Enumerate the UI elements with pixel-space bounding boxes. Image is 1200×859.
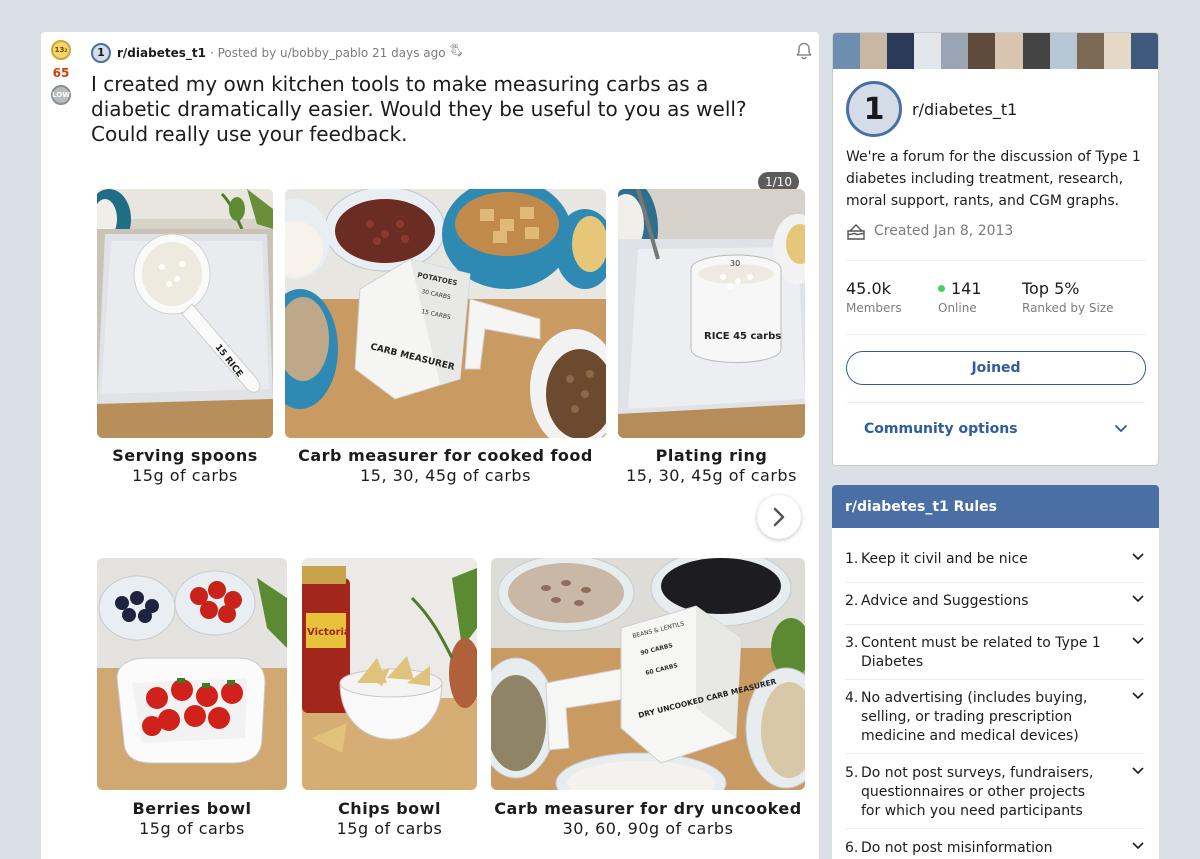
online-stat: 141 Online xyxy=(938,279,982,315)
item-carbs: 15, 30, 45g of carbs xyxy=(626,466,797,485)
rules-title: r/diabetes_t1 Rules xyxy=(832,485,1159,528)
award-icon: 🖏 xyxy=(449,44,463,58)
rule-item[interactable]: 6. Do not post misinformation xyxy=(845,839,1145,858)
online-value: 141 xyxy=(951,279,982,298)
rule-text: No advertising (includes buying, selling… xyxy=(861,690,1088,744)
item-carbs: 15g of carbs xyxy=(132,466,238,485)
chevron-down-icon xyxy=(1132,767,1144,775)
ring-number: 30 xyxy=(730,259,740,268)
divider xyxy=(845,679,1145,680)
rule-item[interactable]: 3. Content must be related to Type 1 Diab… xyxy=(845,634,1145,672)
about-community-card: 1 r/diabetes_t1 We're a forum for the di… xyxy=(832,32,1159,466)
post-title[interactable]: I created my own kitchen tools to make m… xyxy=(91,72,791,147)
rule-text: Keep it civil and be nice xyxy=(861,551,1028,567)
cake-icon xyxy=(847,224,865,240)
item-carbs: 15g of carbs xyxy=(139,819,245,838)
rule-number: 6. xyxy=(845,840,859,856)
subreddit-avatar[interactable]: 1 xyxy=(91,42,111,63)
rule-text: Do not post surveys, fundraisers, questi… xyxy=(861,765,1094,819)
ring-label: RICE 45 carbs xyxy=(704,331,781,342)
rule-number: 5. xyxy=(845,765,859,781)
chevron-down-icon xyxy=(1115,425,1127,433)
caption-berries-bowl: Berries bowl 15g of carbs xyxy=(97,799,287,838)
community-banner xyxy=(833,33,1158,69)
chevron-down-icon xyxy=(1132,842,1144,850)
rule-text: Content must be related to Type 1 Diabet… xyxy=(861,635,1101,670)
divider xyxy=(845,828,1145,829)
bell-icon[interactable] xyxy=(794,41,814,61)
rule-number: 1. xyxy=(845,551,859,567)
salsa-label: Victoria xyxy=(307,627,351,638)
item-carbs: 15g of carbs xyxy=(336,819,443,838)
item-name: Carb measurer for cooked food xyxy=(298,446,593,465)
photo-chips-bowl[interactable]: Victoria xyxy=(302,558,477,790)
photo-carb-measurer-cooked[interactable]: POTATOES 30 CARBS 15 CARBS CARB MEASURER xyxy=(285,189,606,438)
joined-button[interactable]: Joined xyxy=(846,351,1146,385)
community-name[interactable]: r/diabetes_t1 xyxy=(912,100,1017,119)
created-date: Created Jan 8, 2013 xyxy=(846,222,1013,240)
rank-value: Top 5% xyxy=(1022,279,1080,298)
item-name: Chips bowl xyxy=(338,799,441,818)
community-description: We're a forum for the discussion of Type… xyxy=(846,149,1141,209)
community-header: 1 r/diabetes_t1 xyxy=(846,81,1017,137)
caption-carb-measurer-dry: Carb measurer for dry uncooked 30, 60, 9… xyxy=(491,799,805,838)
caption-plating-ring: Plating ring 15, 30, 45g of carbs xyxy=(618,446,805,485)
downvote-icon[interactable]: LOW xyxy=(51,85,71,105)
caption-serving-spoons: Serving spoons 15g of carbs xyxy=(97,446,273,485)
divider xyxy=(845,624,1145,625)
divider xyxy=(846,402,1146,403)
post-meta: 1 r/diabetes_t1 · Posted by u/bobby_pabl… xyxy=(91,42,462,63)
members-stat: 45.0k Members xyxy=(846,279,902,315)
rule-number: 2. xyxy=(845,593,859,609)
rule-item[interactable]: 4. No advertising (includes buying, selli… xyxy=(845,689,1145,746)
caption-carb-measurer-cooked: Carb measurer for cooked food 15, 30, 45… xyxy=(285,446,606,485)
rank-label: Ranked by Size xyxy=(1022,301,1114,315)
rule-text: Do not post misinformation xyxy=(861,840,1053,856)
chevron-right-icon xyxy=(773,507,785,527)
online-label: Online xyxy=(938,301,977,315)
upvote-icon[interactable]: 13₂ xyxy=(51,40,71,60)
photo-serving-spoons[interactable]: 15 RICE xyxy=(97,189,273,438)
item-name: Carb measurer for dry uncooked xyxy=(494,799,802,818)
vote-column: 13₂ 65 LOW xyxy=(41,40,81,105)
rule-item[interactable]: 1. Keep it civil and be nice xyxy=(845,550,1145,569)
chevron-down-icon xyxy=(1132,553,1144,561)
created-text: Created Jan 8, 2013 xyxy=(874,223,1014,239)
members-value: 45.0k xyxy=(846,279,891,298)
chevron-down-icon xyxy=(1132,595,1144,603)
community-avatar[interactable]: 1 xyxy=(846,81,902,137)
rule-text: Advice and Suggestions xyxy=(861,593,1029,609)
post-card: 13₂ 65 LOW 1 r/diabetes_t1 · Posted by u… xyxy=(41,32,819,859)
photo-plating-ring[interactable]: 30 RICE 45 carbs xyxy=(618,189,805,438)
rules-card: r/diabetes_t1 Rules 1. Keep it civil and … xyxy=(832,485,1159,859)
photo-carb-measurer-dry[interactable]: BEANS & LENTILS 90 CARBS 60 CARBS DRY UN… xyxy=(491,558,805,790)
rank-stat: Top 5% Ranked by Size xyxy=(1022,279,1114,315)
caption-chips-bowl: Chips bowl 15g of carbs xyxy=(302,799,477,838)
chevron-down-icon xyxy=(1132,637,1144,645)
post-score: 65 xyxy=(52,66,70,80)
rule-item[interactable]: 2. Advice and Suggestions xyxy=(845,592,1145,611)
item-name: Plating ring xyxy=(655,446,768,465)
rule-number: 3. xyxy=(845,635,859,651)
subreddit-link[interactable]: r/diabetes_t1 xyxy=(117,46,206,60)
members-label: Members xyxy=(846,301,902,315)
posted-by: · Posted by u/bobby_pablo 21 days ago xyxy=(209,45,446,60)
divider xyxy=(845,582,1145,583)
gallery-next-button[interactable] xyxy=(757,495,801,539)
online-dot-icon xyxy=(938,285,945,292)
item-carbs: 15, 30, 45g of carbs xyxy=(360,466,531,485)
photo-berries-bowl[interactable] xyxy=(97,558,287,790)
divider xyxy=(846,260,1146,261)
item-name: Berries bowl xyxy=(132,799,252,818)
community-options-toggle[interactable]: Community options xyxy=(846,421,1146,437)
divider xyxy=(845,753,1145,754)
chevron-down-icon xyxy=(1132,692,1144,700)
community-options-label: Community options xyxy=(864,421,1018,437)
item-name: Serving spoons xyxy=(112,446,258,465)
item-carbs: 30, 60, 90g of carbs xyxy=(562,819,734,838)
rule-number: 4. xyxy=(845,690,859,706)
divider xyxy=(846,334,1146,335)
rule-item[interactable]: 5. Do not post surveys, fundraisers, ques… xyxy=(845,764,1145,821)
